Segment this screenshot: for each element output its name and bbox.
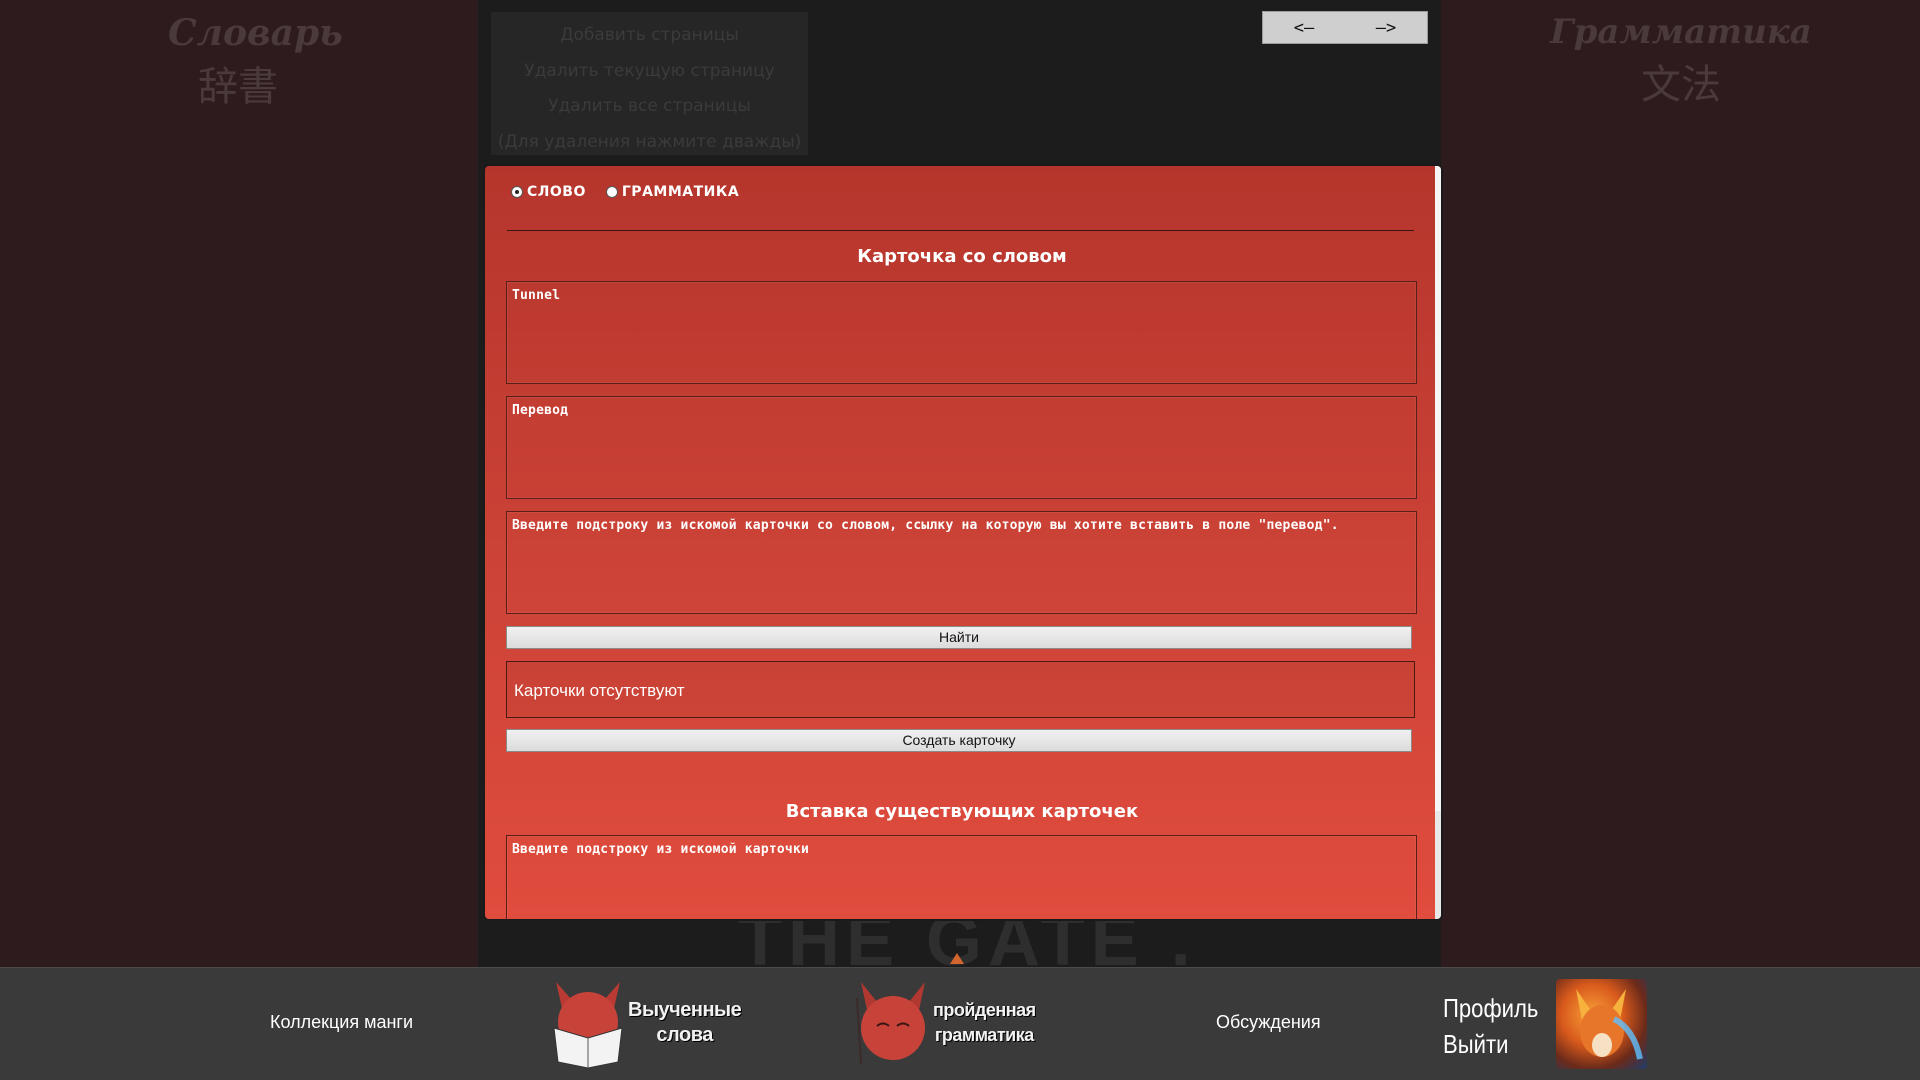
radio-word-label: СЛОВО [527, 184, 586, 200]
grammar-subtitle: 文法 [1641, 62, 1721, 108]
panel-scrollbar[interactable] [1435, 166, 1441, 919]
manga-collection-link[interactable]: Коллекция манги [270, 1012, 413, 1033]
delete-all-pages-button[interactable]: Удалить все страницы [491, 89, 808, 125]
logout-link[interactable]: Выйти [1443, 1026, 1538, 1062]
radio-grammar-label: ГРАММАТИКА [621, 184, 740, 200]
radio-checked-icon[interactable] [511, 186, 523, 198]
dictionary-subtitle: 辞書 [198, 64, 278, 110]
dictionary-title[interactable]: Словарь [168, 12, 343, 54]
word-input[interactable]: Tunnel [506, 281, 1417, 384]
divider [507, 230, 1414, 231]
grammar-line1: пройденная [933, 1000, 1036, 1020]
passed-grammar-link[interactable]: пройденная грамматика [853, 978, 1036, 1068]
add-pages-button[interactable]: Добавить страницы [491, 18, 808, 54]
grammar-title[interactable]: Грамматика [1541, 12, 1821, 52]
search-results: Карточки отсутствуют [506, 661, 1415, 718]
fox-book-icon [553, 982, 623, 1068]
fox-avatar-icon [1576, 989, 1643, 1060]
fox-glasses-icon [856, 982, 925, 1065]
discussions-link[interactable]: Обсуждения [1216, 1012, 1321, 1033]
dictionary-side-panel[interactable]: Словарь 辞書 [0, 0, 478, 967]
bottom-nav: Коллекция манги Выученные слова пройденн… [0, 967, 1920, 1080]
card-editor-panel: СЛОВО ГРАММАТИКА Карточка со словом Tunn… [483, 164, 1443, 921]
card-type-selector: СЛОВО ГРАММАТИКА [511, 184, 739, 200]
learned-words-label: Выученные слова [628, 998, 742, 1048]
collapse-arrow-icon[interactable] [950, 953, 964, 964]
radio-grammar[interactable]: ГРАММАТИКА [605, 184, 740, 200]
find-button[interactable]: Найти [506, 626, 1412, 649]
page-menu: Добавить страницы Удалить текущую страни… [491, 12, 808, 155]
page-navigation: <— —> [1262, 11, 1428, 44]
link-search-input[interactable]: Введите подстроку из искомой карточки со… [506, 511, 1417, 614]
grammar-side-panel[interactable]: Грамматика 文法 [1441, 0, 1920, 967]
learned-line1: Выученные [628, 999, 742, 1021]
word-card-title: Карточка со словом [857, 246, 1067, 267]
grammar-line2: грамматика [934, 1025, 1034, 1045]
prev-page-button[interactable]: <— [1288, 18, 1320, 38]
insert-search-input[interactable]: Введите подстроку из искомой карточки [506, 835, 1417, 919]
delete-current-page-button[interactable]: Удалить текущую страницу [491, 54, 808, 90]
learned-line2: слова [656, 1024, 713, 1046]
radio-word[interactable]: СЛОВО [511, 184, 586, 200]
passed-grammar-label: пройденная грамматика [933, 998, 1036, 1048]
translation-input[interactable]: Перевод [506, 396, 1417, 499]
profile-link[interactable]: Профиль [1443, 990, 1538, 1026]
insert-cards-title: Вставка существующих карточек [785, 801, 1139, 822]
delete-hint: (Для удаления нажмите дважды) [497, 131, 802, 152]
scrollbar-thumb[interactable] [1435, 166, 1441, 811]
radio-unchecked-icon[interactable] [605, 186, 618, 198]
profile-menu: Профиль Выйти [1443, 990, 1538, 1062]
next-page-button[interactable]: —> [1370, 18, 1402, 38]
learned-words-link[interactable]: Выученные слова [548, 978, 742, 1068]
create-card-button[interactable]: Создать карточку [506, 729, 1412, 752]
avatar[interactable] [1556, 979, 1647, 1069]
